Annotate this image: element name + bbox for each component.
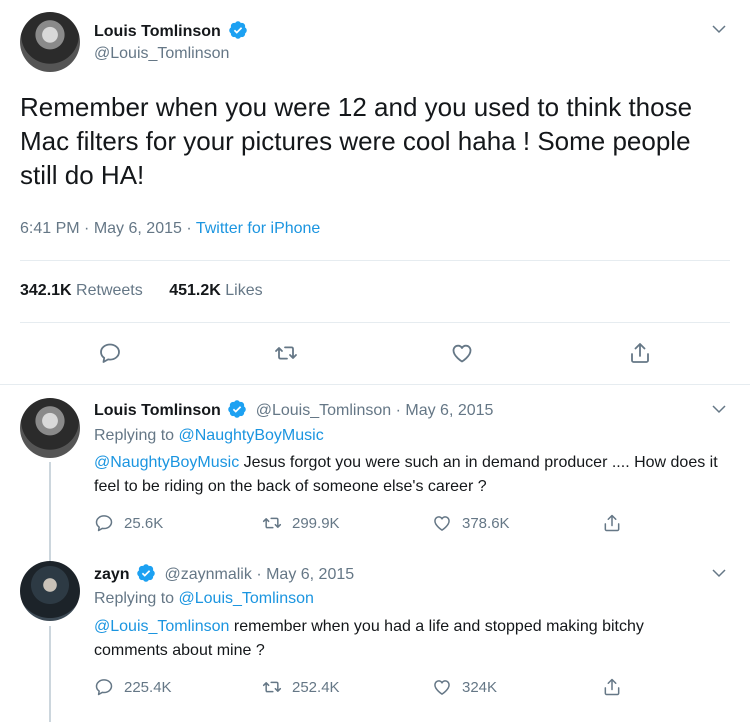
separator: · (84, 220, 90, 237)
like-action[interactable]: 378.6K (432, 513, 510, 533)
tweet-date[interactable]: May 6, 2015 (266, 566, 354, 583)
likes-count: 451.2K (169, 282, 221, 299)
avatar[interactable] (20, 398, 80, 458)
tweet-meta: 6:41 PM · May 6, 2015 · Twitter for iPho… (20, 220, 320, 238)
retweet-count: 299.9K (292, 514, 340, 532)
retweet-icon (262, 517, 282, 529)
reply-action[interactable]: 225.4K (94, 677, 172, 697)
mention-link[interactable]: @NaughtyBoyMusic (94, 454, 239, 471)
chevron-down-icon[interactable] (710, 400, 728, 418)
avatar[interactable] (20, 12, 80, 72)
like-icon (434, 516, 450, 531)
tweet-text: Remember when you were 12 and you used t… (20, 92, 693, 190)
divider (20, 260, 730, 261)
likes-label: Likes (225, 282, 263, 299)
replying-label: Replying to (94, 427, 175, 444)
verified-badge-icon (229, 21, 248, 39)
like-icon (434, 680, 450, 695)
chevron-down-icon[interactable] (710, 564, 728, 582)
tweet-time[interactable]: 6:41 PM (20, 220, 80, 237)
retweet-count: 252.4K (292, 678, 340, 696)
share-icon[interactable] (628, 341, 652, 365)
reply-count: 25.6K (124, 514, 164, 532)
author-block: Louis Tomlinson (94, 20, 248, 41)
replying-to-link[interactable]: @Louis_Tomlinson (179, 590, 314, 607)
reply-icon (95, 515, 113, 532)
verified-badge-icon (228, 400, 247, 418)
replying-to: Replying to @Louis_Tomlinson (94, 590, 314, 608)
reply-header: Louis Tomlinson @Louis_Tomlinson · May 6… (94, 399, 493, 420)
author-name[interactable]: zayn (94, 566, 130, 583)
verified-badge-icon (137, 564, 155, 582)
author-handle[interactable]: @zaynmalik (164, 566, 251, 583)
reply-action[interactable]: 25.6K (94, 513, 163, 533)
retweets-label: Retweets (76, 282, 143, 299)
divider (20, 322, 730, 323)
separator: · (256, 566, 262, 583)
reply-header: zayn @zaynmalik · May 6, 2015 (94, 563, 354, 584)
mention-link[interactable]: @Louis_Tomlinson (94, 618, 229, 635)
tweet-text: @NaughtyBoyMusic Jesus forgot you were s… (94, 451, 724, 499)
retweet-icon[interactable] (274, 341, 298, 365)
retweet-action[interactable]: 299.9K (262, 513, 340, 533)
retweet-icon (262, 681, 282, 693)
tweet-date[interactable]: May 6, 2015 (405, 402, 493, 419)
tweet-stats: 342.1K Retweets 451.2K Likes (20, 282, 263, 300)
separator: · (186, 220, 192, 237)
chevron-down-icon[interactable] (710, 20, 728, 38)
tweet-source[interactable]: Twitter for iPhone (196, 220, 321, 237)
retweet-action[interactable]: 252.4K (262, 677, 340, 697)
share-icon[interactable] (602, 677, 622, 697)
author-name[interactable]: Louis Tomlinson (94, 23, 221, 40)
author-name[interactable]: Louis Tomlinson (94, 402, 221, 419)
reply-icon[interactable] (98, 341, 122, 365)
like-count: 324K (462, 678, 498, 696)
author-handle[interactable]: @Louis_Tomlinson (94, 45, 229, 63)
replying-to-link[interactable]: @NaughtyBoyMusic (179, 427, 324, 444)
thread-line (49, 626, 51, 722)
retweets-stat[interactable]: 342.1K Retweets (20, 282, 147, 299)
replying-label: Replying to (94, 590, 175, 607)
replying-to: Replying to @NaughtyBoyMusic (94, 427, 324, 445)
like-count: 378.6K (462, 514, 510, 532)
reply-count: 225.4K (124, 678, 172, 696)
thread-line (49, 462, 51, 562)
like-action[interactable]: 324K (432, 677, 497, 697)
like-icon[interactable] (450, 341, 474, 365)
tweet-text: @Louis_Tomlinson remember when you had a… (94, 615, 694, 663)
share-icon[interactable] (602, 513, 622, 533)
avatar[interactable] (20, 561, 80, 621)
tweet-date[interactable]: May 6, 2015 (94, 220, 182, 237)
divider (0, 384, 750, 385)
separator: · (395, 402, 401, 419)
reply-icon (95, 679, 113, 696)
likes-stat[interactable]: 451.2K Likes (169, 282, 262, 299)
retweets-count: 342.1K (20, 282, 72, 299)
author-handle[interactable]: @Louis_Tomlinson (256, 402, 391, 419)
